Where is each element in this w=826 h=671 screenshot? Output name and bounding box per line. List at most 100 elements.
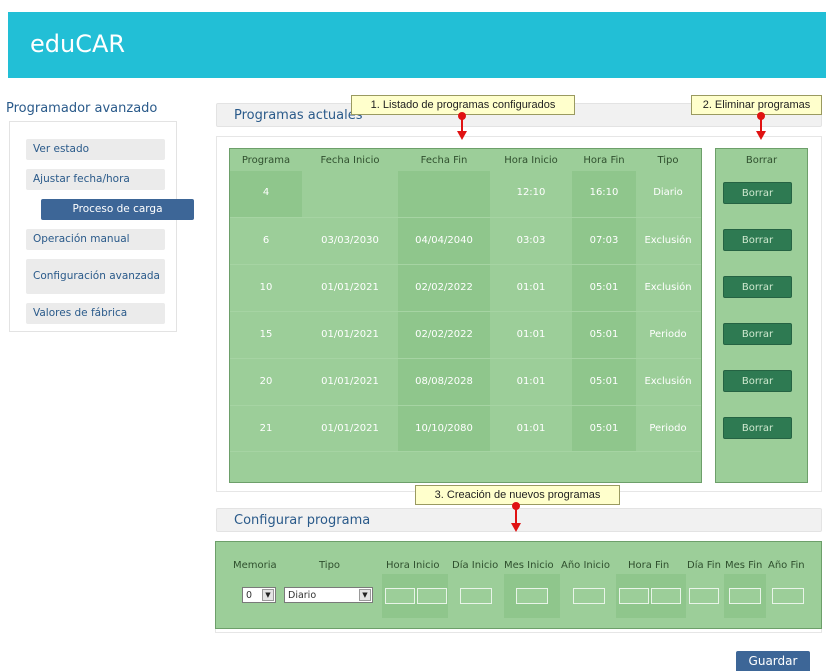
table-cell: 12:10 bbox=[516, 187, 546, 198]
table-cell: Exclusión bbox=[644, 282, 692, 293]
programs-table: Programa Fecha Inicio Fecha Fin Hora Ini… bbox=[229, 148, 702, 483]
callout-delete-programs: 2. Eliminar programas bbox=[691, 95, 822, 115]
col-header-tipo: Tipo bbox=[657, 155, 679, 166]
config-header-dia-inicio: Día Inicio bbox=[452, 560, 499, 571]
delete-table: Borrar Borrar Borrar Borrar Borrar Borra… bbox=[715, 148, 808, 483]
table-cell: 4 bbox=[262, 187, 270, 198]
delete-button[interactable]: Borrar bbox=[723, 229, 792, 251]
hora-fin-minutes-input[interactable] bbox=[651, 588, 681, 604]
arrow-line bbox=[760, 116, 762, 132]
config-header-ano-inicio: Año Inicio bbox=[561, 560, 610, 571]
table-cell: 04/04/2040 bbox=[415, 235, 473, 246]
table-cell: 03/03/2030 bbox=[321, 235, 379, 246]
table-cell: 01:01 bbox=[516, 423, 546, 434]
delete-button[interactable]: Borrar bbox=[723, 276, 792, 298]
table-cell: 02/02/2022 bbox=[415, 329, 473, 340]
col-header-fecha-inicio: Fecha Inicio bbox=[320, 155, 380, 166]
mes-fin-input[interactable] bbox=[729, 588, 761, 604]
config-header-mes-inicio: Mes Inicio bbox=[504, 560, 554, 571]
config-header-dia-fin: Día Fin bbox=[687, 560, 721, 571]
config-section-title: Configurar programa bbox=[234, 513, 371, 528]
row-separator bbox=[230, 451, 701, 452]
ano-fin-input[interactable] bbox=[772, 588, 804, 604]
hora-inicio-hours-input[interactable] bbox=[385, 588, 415, 604]
arrow-down-icon bbox=[756, 131, 766, 140]
table-cell: 05:01 bbox=[589, 329, 619, 340]
config-header-hora-fin: Hora Fin bbox=[628, 560, 670, 571]
table-cell: 01:01 bbox=[516, 329, 546, 340]
delete-button[interactable]: Borrar bbox=[723, 370, 792, 392]
row-separator bbox=[230, 264, 701, 265]
delete-button[interactable]: Borrar bbox=[723, 417, 792, 439]
tipo-select-value: Diario bbox=[288, 589, 317, 601]
dia-fin-input[interactable] bbox=[689, 588, 719, 604]
table-cell: 01/01/2021 bbox=[321, 329, 379, 340]
table-cell: 10/10/2080 bbox=[415, 423, 473, 434]
memoria-select[interactable]: 0 ▼ bbox=[242, 587, 276, 603]
table-cell: 6 bbox=[262, 235, 270, 246]
table-cell: Periodo bbox=[649, 423, 687, 434]
sidebar-item-ajustar-fecha-hora[interactable]: Ajustar fecha/hora bbox=[26, 169, 165, 190]
table-cell: 01/01/2021 bbox=[321, 423, 379, 434]
sidebar-item-proceso-de-carga[interactable]: Proceso de carga bbox=[41, 199, 194, 220]
table-cell: 05:01 bbox=[589, 423, 619, 434]
app-header: eduCAR bbox=[8, 12, 826, 78]
row-separator bbox=[230, 405, 701, 406]
table-cell: 05:01 bbox=[589, 376, 619, 387]
arrow-down-icon bbox=[457, 131, 467, 140]
table-cell: 01:01 bbox=[516, 376, 546, 387]
tipo-select[interactable]: Diario ▼ bbox=[284, 587, 373, 603]
ano-inicio-input[interactable] bbox=[573, 588, 605, 604]
col-header-borrar: Borrar bbox=[745, 155, 778, 166]
table-cell: 16:10 bbox=[589, 187, 619, 198]
col-header-fecha-fin: Fecha Fin bbox=[420, 155, 468, 166]
config-header-mes-fin: Mes Fin bbox=[725, 560, 763, 571]
table-cell: 15 bbox=[259, 329, 273, 340]
sidebar-item-ver-estado[interactable]: Ver estado bbox=[26, 139, 165, 160]
programs-section-title: Programas actuales bbox=[234, 108, 363, 123]
table-cell: 03:03 bbox=[516, 235, 546, 246]
delete-button[interactable]: Borrar bbox=[723, 323, 792, 345]
hora-fin-hours-input[interactable] bbox=[619, 588, 649, 604]
table-cell: 10 bbox=[259, 282, 273, 293]
save-button[interactable]: Guardar bbox=[736, 651, 810, 671]
col-header-hora-fin: Hora Fin bbox=[583, 155, 625, 166]
mes-inicio-input[interactable] bbox=[516, 588, 548, 604]
table-cell: 21 bbox=[259, 423, 273, 434]
sidebar-item-operacion-manual[interactable]: Operación manual bbox=[26, 229, 165, 250]
config-table: Memoria Tipo Hora Inicio Día Inicio Mes … bbox=[215, 541, 822, 629]
table-cell: Periodo bbox=[649, 329, 687, 340]
col-header-programa: Programa bbox=[241, 155, 291, 166]
table-cell: Diario bbox=[653, 187, 683, 198]
config-header-hora-inicio: Hora Inicio bbox=[386, 560, 440, 571]
table-cell: 07:03 bbox=[589, 235, 619, 246]
delete-button[interactable]: Borrar bbox=[723, 182, 792, 204]
sidebar-title: Programador avanzado bbox=[6, 101, 158, 116]
memoria-select-value: 0 bbox=[246, 589, 253, 601]
sidebar-item-configuracion-avanzada[interactable]: Configuración avanzada bbox=[26, 259, 165, 294]
table-cell: 05:01 bbox=[589, 282, 619, 293]
table-cell: 08/08/2028 bbox=[415, 376, 473, 387]
table-cell: Exclusión bbox=[644, 376, 692, 387]
table-cell: 01/01/2021 bbox=[321, 282, 379, 293]
table-cell: 01:01 bbox=[516, 282, 546, 293]
table-cell: 01/01/2021 bbox=[321, 376, 379, 387]
col-header-hora-inicio: Hora Inicio bbox=[504, 155, 558, 166]
dia-inicio-input[interactable] bbox=[460, 588, 492, 604]
config-header-tipo: Tipo bbox=[319, 560, 341, 571]
table-cell: Exclusión bbox=[644, 235, 692, 246]
row-separator bbox=[230, 217, 701, 218]
app-title: eduCAR bbox=[30, 30, 126, 58]
row-separator bbox=[230, 358, 701, 359]
arrow-line bbox=[515, 506, 517, 524]
table-cell: 02/02/2022 bbox=[415, 282, 473, 293]
sidebar-item-valores-de-fabrica[interactable]: Valores de fábrica bbox=[26, 303, 165, 324]
config-header-ano-fin: Año Fin bbox=[768, 560, 805, 571]
chevron-down-icon[interactable]: ▼ bbox=[262, 589, 274, 601]
table-cell: 20 bbox=[259, 376, 273, 387]
arrow-down-icon bbox=[511, 523, 521, 532]
chevron-down-icon[interactable]: ▼ bbox=[359, 589, 371, 601]
hora-inicio-minutes-input[interactable] bbox=[417, 588, 447, 604]
arrow-line bbox=[461, 116, 463, 132]
config-header-memoria: Memoria bbox=[233, 560, 277, 571]
